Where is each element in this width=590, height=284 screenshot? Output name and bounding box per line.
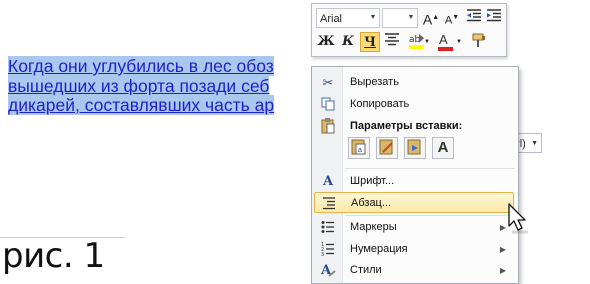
format-painter-icon (472, 33, 485, 47)
chevron-down-icon[interactable]: ▼ (456, 32, 462, 52)
paste-picture-button[interactable] (404, 137, 426, 159)
menu-item-styles[interactable]: A Стили ▶ (314, 260, 514, 281)
underline-button[interactable]: Ч (360, 32, 380, 52)
scissors-icon: ✂ (322, 75, 334, 90)
menu-section-paste-options: Параметры вставки: (314, 116, 514, 137)
menu-item-cut[interactable]: ✂ Вырезать (314, 72, 514, 93)
text-only-letter: A (437, 139, 449, 156)
paste-icon (317, 116, 339, 137)
paste-text-only-button[interactable]: A (432, 137, 454, 159)
menu-item-label: Стили (350, 264, 382, 276)
menu-separator (345, 168, 515, 169)
chevron-down-icon[interactable]: ▼ (367, 9, 379, 27)
mini-toolbar: Arial ▼ ▼ A▲ A▼ Ж К Ч ab ▼ A ▼ (311, 3, 507, 57)
keep-source-formatting-icon: a (351, 139, 366, 155)
grow-font-letter: A (422, 11, 433, 28)
underline-letter: Ч (364, 35, 376, 50)
submenu-arrow-icon: ▶ (499, 245, 506, 254)
menu-item-label: Вырезать (350, 76, 399, 88)
italic-letter: К (342, 34, 354, 49)
shrink-font-button[interactable]: A▼ (442, 8, 462, 28)
decrease-indent-button[interactable] (464, 8, 484, 28)
menu-separator (345, 215, 515, 216)
svg-text:ab: ab (409, 35, 421, 45)
format-painter-button[interactable] (470, 32, 490, 52)
menu-item-copy[interactable]: Копировать (314, 94, 514, 115)
increase-indent-icon (487, 9, 501, 22)
paste-picture-icon (407, 139, 421, 155)
highlight-color-button[interactable]: ab ▼ (404, 32, 430, 52)
font-size-combobox[interactable]: ▼ (382, 8, 418, 28)
bold-letter: Ж (317, 34, 335, 49)
center-align-button[interactable] (382, 32, 402, 52)
menu-item-font[interactable]: A Шрифт... (314, 171, 514, 192)
figure-caption: рис. 1 (2, 236, 105, 276)
paste-merge-formatting-button[interactable] (376, 137, 398, 159)
mouse-cursor-icon (508, 203, 528, 234)
selected-text[interactable]: вышедших из форта позади себ (8, 75, 270, 96)
menu-item-paragraph[interactable]: Абзац... (314, 192, 514, 213)
menu-item-label: Абзац... (351, 197, 392, 209)
chevron-down-icon[interactable]: ▼ (405, 9, 417, 27)
svg-text:3: 3 (321, 252, 324, 256)
increase-indent-button[interactable] (484, 8, 504, 28)
menu-item-label: Копировать (350, 98, 410, 110)
menu-item-bullets[interactable]: Маркеры ▶ (314, 217, 514, 238)
menu-item-label: Шрифт... (350, 175, 395, 187)
merge-formatting-icon (379, 139, 393, 155)
bullets-icon (317, 217, 339, 238)
submenu-arrow-icon: ▶ (499, 266, 506, 275)
bold-button[interactable]: Ж (316, 32, 336, 52)
decrease-indent-icon (467, 9, 481, 22)
menu-section-label: Параметры вставки: (350, 120, 463, 132)
selected-text[interactable]: Когда они углубились в лес обоз (8, 56, 274, 76)
font-icon: A (322, 174, 334, 189)
font-color-swatch (438, 47, 453, 51)
menu-item-numbering[interactable]: 123 Нумерация ▶ (314, 239, 514, 260)
font-color-button[interactable]: A ▼ (436, 32, 462, 52)
font-name-combobox[interactable]: Arial ▼ (316, 8, 380, 28)
paragraph-icon (318, 193, 340, 214)
italic-button[interactable]: К (338, 32, 358, 52)
chevron-down-icon: ▼ (531, 140, 538, 147)
svg-text:a: a (358, 147, 362, 154)
context-menu: ✂ Вырезать Копировать Параметры вставки:… (311, 66, 519, 284)
selected-text[interactable]: дикарей, составлявших часть ар (8, 95, 275, 116)
font-name-value: Arial (320, 13, 343, 25)
center-align-icon (385, 33, 399, 46)
menu-item-label: Нумерация (350, 243, 408, 255)
grow-font-button[interactable]: A▲ (421, 8, 441, 28)
copy-icon (317, 94, 339, 115)
paste-keep-source-button[interactable]: a (348, 137, 370, 159)
chevron-down-icon[interactable]: ▼ (424, 32, 430, 52)
styles-icon: A (317, 260, 339, 281)
menu-item-label: Маркеры (350, 221, 397, 233)
numbering-icon: 123 (317, 239, 339, 260)
